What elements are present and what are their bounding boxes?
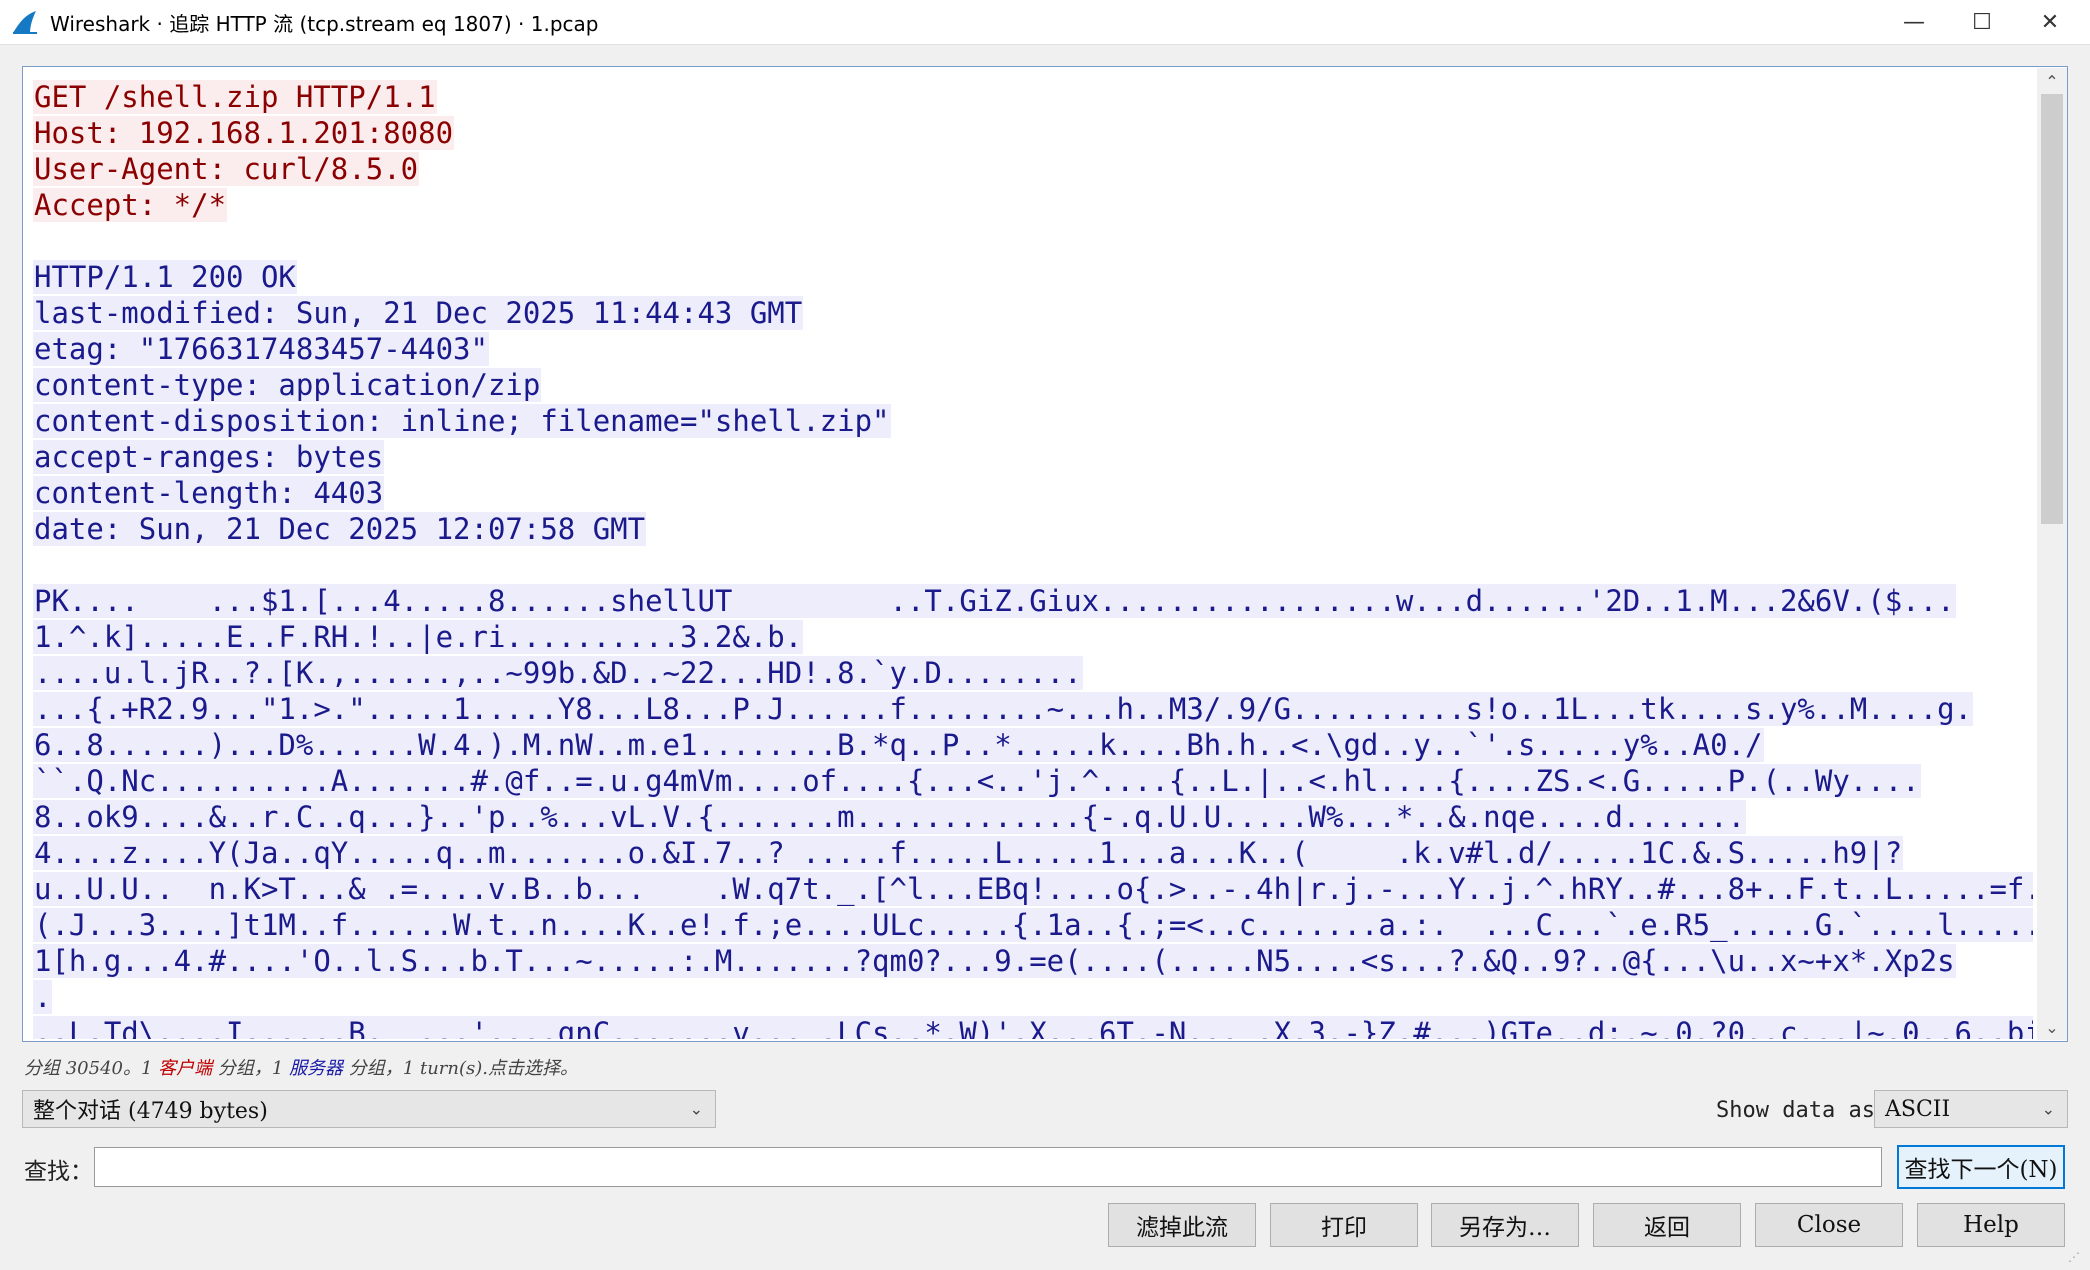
- client-data-line[interactable]: Host: 192.168.1.201:8080: [33, 115, 2033, 151]
- status-prefix: 分组 30540。1: [24, 1058, 159, 1079]
- server-data-line[interactable]: date: Sun, 21 Dec 2025 12:07:58 GMT: [33, 511, 2033, 547]
- window-title: Wireshark · 追踪 HTTP 流 (tcp.stream eq 180…: [50, 11, 599, 36]
- close-button[interactable]: Close: [1755, 1203, 1903, 1247]
- find-next-button[interactable]: 查找下一个(N): [1897, 1145, 2065, 1189]
- server-data-line[interactable]: ....u.l.jR..?.[K.,......,..~99b.&D..~22.…: [33, 655, 2033, 691]
- find-label: 查找：: [24, 1159, 93, 1185]
- print-button[interactable]: 打印: [1270, 1203, 1418, 1247]
- save-as-button[interactable]: 另存为…: [1431, 1203, 1579, 1247]
- minimize-icon: —: [1903, 10, 1925, 35]
- server-data-line[interactable]: 8..ok9....&..r.C..q...}..'p..%...vL.V.{.…: [33, 799, 2033, 835]
- server-data-line[interactable]: ...{.+R2.9..."1.>.".....1.....Y8...L8...…: [33, 691, 2033, 727]
- server-data-line[interactable]: accept-ranges: bytes: [33, 439, 2033, 475]
- stream-content-pane[interactable]: GET /shell.zip HTTP/1.1 Host: 192.168.1.2…: [22, 66, 2068, 1042]
- server-data-line[interactable]: content-length: 4403: [33, 475, 2033, 511]
- stream-line-text: 1.^.k].....E..F.RH.!..|e.ri..........3.2…: [33, 620, 804, 654]
- scrollbar-thumb[interactable]: [2041, 94, 2063, 524]
- server-data-line[interactable]: u..U.U.. n.K>T...& .=....v.B..b... .W.q7…: [33, 871, 2033, 907]
- stream-line-text: 8..ok9....&..r.C..q...}..'p..%...vL.V.{.…: [33, 800, 1747, 834]
- close-icon: ✕: [2040, 10, 2060, 35]
- stream-line-text: .: [33, 980, 53, 1014]
- maximize-button[interactable]: ☐: [1948, 0, 2016, 45]
- stream-line-text: ..L.Td\....I......B. ...'....gnC.......v…: [33, 1016, 2033, 1039]
- status-suffix: 分组，1 turn(s).点击选择。: [343, 1058, 578, 1079]
- chevron-down-icon: ⌄: [2041, 1099, 2055, 1119]
- chevron-down-icon: ⌄: [689, 1099, 703, 1119]
- server-data-line[interactable]: ``.Q.Nc..........A.......#.@f..=.u.g4mVm…: [33, 763, 2033, 799]
- minimize-button[interactable]: —: [1880, 0, 1948, 45]
- filter-out-stream-button[interactable]: 滤掉此流: [1108, 1203, 1256, 1247]
- vertical-scrollbar[interactable]: ⌃ ⌄: [2037, 68, 2067, 1040]
- client-link[interactable]: 客户端: [158, 1058, 212, 1079]
- stream-line-text: Accept: */*: [33, 188, 228, 222]
- show-data-as-value: ASCII: [1885, 1096, 1951, 1122]
- stream-line-text: 6..8......)...D%......W.4.).M.nW..m.e1..…: [33, 728, 1764, 762]
- server-data-line[interactable]: last-modified: Sun, 21 Dec 2025 11:44:43…: [33, 295, 2033, 331]
- stream-line-text: Host: 192.168.1.201:8080: [33, 116, 455, 150]
- stream-line-text: 1[h.g...4.#....'O..l.S...b.T...~.....:.M…: [33, 944, 1956, 978]
- server-data-line[interactable]: 1.^.k].....E..F.RH.!..|e.ri..........3.2…: [33, 619, 2033, 655]
- server-data-line[interactable]: 6..8......)...D%......W.4.).M.nW..m.e1..…: [33, 727, 2033, 763]
- server-data-line[interactable]: (.J...3....]t1M..f......W.t..n....K..e!.…: [33, 907, 2033, 943]
- stream-line-text: etag: "1766317483457-4403": [33, 332, 489, 366]
- scroll-down-arrow-icon[interactable]: ⌄: [2037, 1014, 2067, 1040]
- client-data-line[interactable]: Accept: */*: [33, 187, 2033, 223]
- maximize-icon: ☐: [1972, 10, 1992, 35]
- stream-line-text: ...{.+R2.9..."1.>.".....1.....Y8...L8...…: [33, 692, 1974, 726]
- stream-line-text: (.J...3....]t1M..f......W.t..n....K..e!.…: [33, 908, 2033, 942]
- stream-line-text: 4....z....Y(Ja..qY.....q..m.......o.&I.7…: [33, 836, 1904, 870]
- stream-line-text: PK.... ...$1.[...4.....8......shellUT ..…: [33, 584, 1956, 618]
- title-bar: Wireshark · 追踪 HTTP 流 (tcp.stream eq 180…: [0, 0, 2090, 45]
- server-link[interactable]: 服务器: [289, 1058, 343, 1079]
- show-data-as-label: Show data as: [1716, 1098, 1875, 1123]
- server-data-line[interactable]: ..L.Td\....I......B. ...'....gnC.......v…: [33, 1015, 2033, 1039]
- stream-text[interactable]: GET /shell.zip HTTP/1.1 Host: 192.168.1.2…: [33, 79, 2033, 1039]
- stream-line-text: date: Sun, 21 Dec 2025 12:07:58 GMT: [33, 512, 647, 546]
- conversation-select[interactable]: 整个对话 (4749 bytes) ⌄: [22, 1090, 716, 1128]
- stream-status-text: 分组 30540。1 客户端 分组，1 服务器 分组，1 turn(s).点击选…: [24, 1054, 578, 1080]
- stream-line-text: ``.Q.Nc..........A.......#.@f..=.u.g4mVm…: [33, 764, 1921, 798]
- conversation-select-value: 整个对话 (4749 bytes): [33, 1099, 268, 1124]
- show-data-as-select[interactable]: ASCII ⌄: [1874, 1090, 2068, 1128]
- server-data-line[interactable]: PK.... ...$1.[...4.....8......shellUT ..…: [33, 583, 2033, 619]
- server-data-line[interactable]: .: [33, 979, 2033, 1015]
- status-middle: 分组，1: [212, 1058, 290, 1079]
- server-data-line[interactable]: HTTP/1.1 200 OK: [33, 259, 2033, 295]
- client-data-line[interactable]: User-Agent: curl/8.5.0: [33, 151, 2033, 187]
- close-window-button[interactable]: ✕: [2016, 0, 2084, 45]
- stream-line-text: content-length: 4403: [33, 476, 385, 510]
- stream-line-text: u..U.U.. n.K>T...& .=....v.B..b... .W.q7…: [33, 872, 2033, 906]
- help-button[interactable]: Help: [1917, 1203, 2065, 1247]
- find-input[interactable]: [94, 1147, 1882, 1187]
- stream-line-text: GET /shell.zip HTTP/1.1: [33, 80, 437, 114]
- stream-line-text: User-Agent: curl/8.5.0: [33, 152, 420, 186]
- scroll-up-arrow-icon[interactable]: ⌃: [2037, 68, 2067, 94]
- stream-line-text: content-type: application/zip: [33, 368, 542, 402]
- back-button[interactable]: 返回: [1593, 1203, 1741, 1247]
- stream-line-text: ....u.l.jR..?.[K.,......,..~99b.&D..~22.…: [33, 656, 1083, 690]
- wireshark-fin-icon: [13, 11, 37, 34]
- server-data-line[interactable]: content-disposition: inline; filename="s…: [33, 403, 2033, 439]
- stream-line-text: content-disposition: inline; filename="s…: [33, 404, 891, 438]
- stream-line-text: HTTP/1.1 200 OK: [33, 260, 297, 294]
- server-data-line[interactable]: etag: "1766317483457-4403": [33, 331, 2033, 367]
- stream-line-text: accept-ranges: bytes: [33, 440, 385, 474]
- server-data-line[interactable]: 4....z....Y(Ja..qY.....q..m.......o.&I.7…: [33, 835, 2033, 871]
- server-data-line[interactable]: content-type: application/zip: [33, 367, 2033, 403]
- client-data-line[interactable]: GET /shell.zip HTTP/1.1: [33, 79, 2033, 115]
- resize-grip-icon[interactable]: ⋰: [2068, 1250, 2086, 1268]
- stream-line-text: last-modified: Sun, 21 Dec 2025 11:44:43…: [33, 296, 804, 330]
- server-data-line[interactable]: 1[h.g...4.#....'O..l.S...b.T...~.....:.M…: [33, 943, 2033, 979]
